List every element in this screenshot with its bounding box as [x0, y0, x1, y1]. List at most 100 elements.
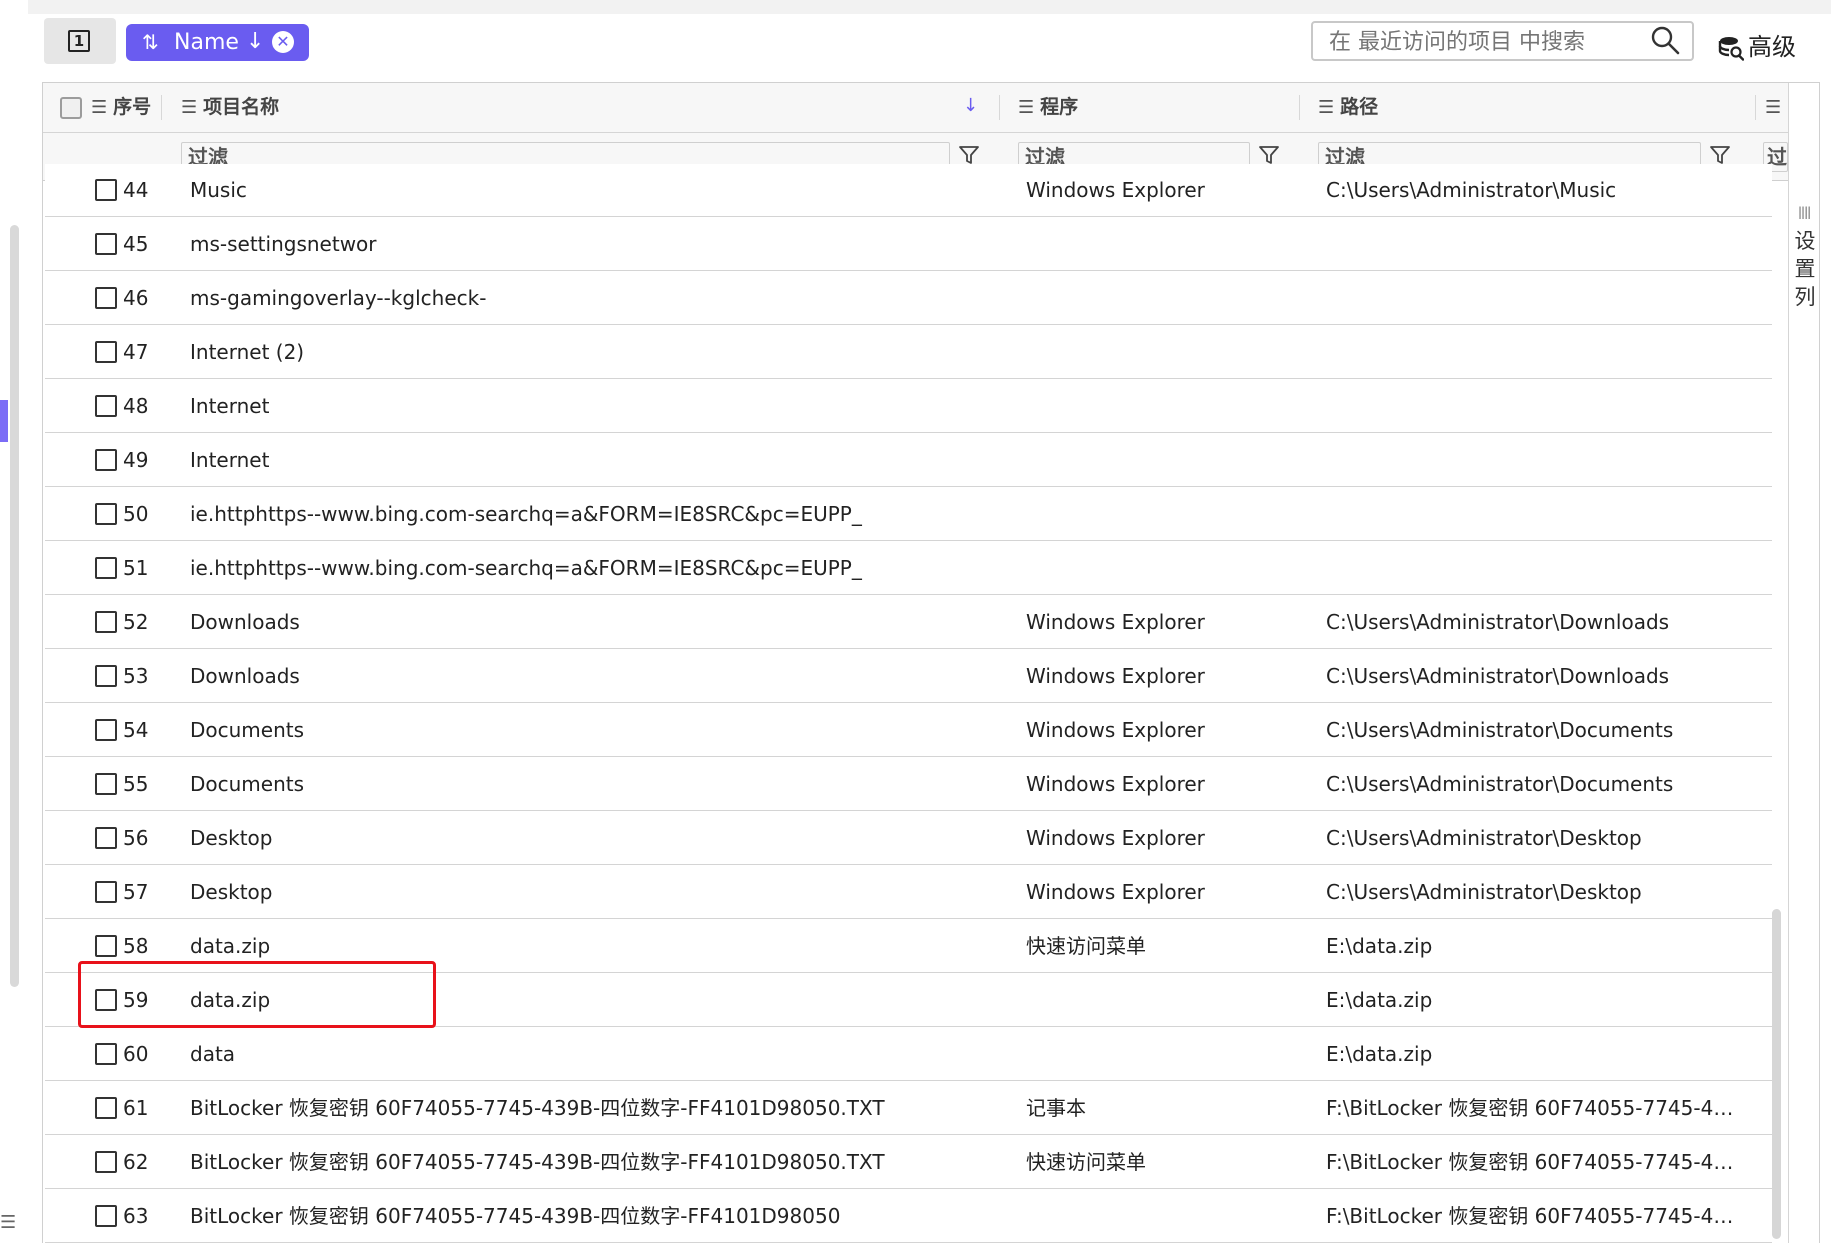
column-divider[interactable]	[1299, 95, 1300, 120]
view-toggle-button[interactable]: 1	[44, 18, 116, 64]
row-path: C:\Users\Administrator\Downloads	[1326, 664, 1670, 688]
row-path: C:\Users\Administrator\Documents	[1326, 718, 1674, 742]
row-checkbox[interactable]	[95, 1043, 117, 1065]
row-index: 49	[123, 448, 149, 472]
row-program: Windows Explorer	[1026, 664, 1205, 688]
table-row[interactable]: 55 Documents Windows Explorer C:\Users\Admi…	[45, 758, 1772, 811]
table-row[interactable]: 44 Music Windows Explorer C:\Users\Administ…	[45, 164, 1772, 217]
table-row[interactable]: 53 Downloads Windows Explorer C:\Users\Admi…	[45, 650, 1772, 703]
row-program: Windows Explorer	[1026, 772, 1205, 796]
search-icon[interactable]	[1650, 25, 1680, 55]
row-checkbox[interactable]	[95, 989, 117, 1011]
row-name: Internet (2)	[190, 340, 305, 364]
row-index: 62	[123, 1150, 149, 1174]
sort-chip[interactable]: ⇅ Name ↓ ✕	[126, 24, 309, 61]
menu-icon[interactable]: ☰	[0, 1212, 16, 1243]
row-name: BitLocker 恢复密钥 60F74055-7745-439B-四位数字-F…	[190, 1150, 885, 1174]
row-checkbox[interactable]	[95, 503, 117, 525]
table-row[interactable]: 63 BitLocker 恢复密钥 60F74055-7745-439B-四位数字…	[45, 1190, 1772, 1243]
row-checkbox[interactable]	[95, 341, 117, 363]
sort-direction-icon: ↓	[246, 29, 265, 54]
row-index: 52	[123, 610, 149, 634]
table-row[interactable]: 51 ie.httphttps--www.bing.com-searchq=a&F…	[45, 542, 1772, 595]
column-header-name[interactable]: ☰ 项目名称	[181, 83, 279, 132]
table-row[interactable]: 50 ie.httphttps--www.bing.com-searchq=a&F…	[45, 488, 1772, 541]
column-menu-icon[interactable]: ☰	[181, 83, 197, 132]
row-path: C:\Users\Administrator\Desktop	[1326, 826, 1642, 850]
row-checkbox[interactable]	[95, 395, 117, 417]
row-name: ms-gamingoverlay--kglcheck-	[190, 286, 487, 310]
search-box[interactable]	[1311, 21, 1694, 61]
column-divider[interactable]	[1755, 95, 1756, 120]
row-index: 55	[123, 772, 149, 796]
row-checkbox[interactable]	[95, 881, 117, 903]
column-divider[interactable]	[161, 95, 162, 120]
table-row[interactable]: 57 Desktop Windows Explorer C:\Users\Admini…	[45, 866, 1772, 919]
column-header-index[interactable]: ☰ 序号	[91, 83, 151, 132]
row-index: 59	[123, 988, 149, 1012]
row-checkbox[interactable]	[95, 179, 117, 201]
column-divider[interactable]	[999, 95, 1000, 120]
table-row[interactable]: 58 data.zip 快速访问菜单 E:\data.zip	[45, 920, 1772, 973]
row-name: ie.httphttps--www.bing.com-searchq=a&FOR…	[190, 502, 862, 526]
row-checkbox[interactable]	[95, 1151, 117, 1173]
row-program: Windows Explorer	[1026, 610, 1205, 634]
row-checkbox[interactable]	[95, 611, 117, 633]
column-menu-icon[interactable]: ☰	[1018, 83, 1034, 132]
row-path: E:\data.zip	[1326, 1042, 1433, 1066]
row-checkbox[interactable]	[95, 233, 117, 255]
sort-arrow-icon[interactable]: ↓	[963, 95, 978, 116]
table-row[interactable]: 45 ms-settingsnetwor	[45, 218, 1772, 271]
row-program: 快速访问菜单	[1026, 934, 1146, 958]
table-row[interactable]: 46 ms-gamingoverlay--kglcheck-	[45, 272, 1772, 325]
column-menu-icon[interactable]: ☰	[1765, 83, 1787, 132]
row-index: 44	[123, 178, 149, 202]
row-index: 58	[123, 934, 149, 958]
row-checkbox[interactable]	[95, 1205, 117, 1227]
row-path: F:\BitLocker 恢复密钥 60F74055-7745-439...	[1326, 1096, 1746, 1120]
table-row[interactable]: 48 Internet	[45, 380, 1772, 433]
columns-icon: ||||	[1798, 205, 1811, 219]
column-settings-label[interactable]: 设置列	[1793, 227, 1817, 311]
column-settings-panel[interactable]: |||| 设置列	[1788, 83, 1819, 1243]
row-checkbox[interactable]	[95, 773, 117, 795]
row-checkbox[interactable]	[95, 827, 117, 849]
row-program: Windows Explorer	[1026, 178, 1205, 202]
column-header-path[interactable]: ☰ 路径	[1318, 83, 1378, 132]
table-row[interactable]: 59 data.zip E:\data.zip	[45, 974, 1772, 1027]
row-program: Windows Explorer	[1026, 826, 1205, 850]
remove-sort-icon[interactable]: ✕	[272, 31, 294, 53]
row-index: 61	[123, 1096, 149, 1120]
row-index: 53	[123, 664, 149, 688]
select-all-checkbox[interactable]	[60, 97, 82, 119]
table-row[interactable]: 52 Downloads Windows Explorer C:\Users\Admi…	[45, 596, 1772, 649]
table-row[interactable]: 56 Desktop Windows Explorer C:\Users\Admini…	[45, 812, 1772, 865]
row-checkbox[interactable]	[95, 1097, 117, 1119]
advanced-search-button[interactable]: 高级	[1718, 27, 1796, 61]
column-menu-icon[interactable]: ☰	[1318, 83, 1334, 132]
row-checkbox[interactable]	[95, 719, 117, 741]
table-row[interactable]: 49 Internet	[45, 434, 1772, 487]
row-program: Windows Explorer	[1026, 880, 1205, 904]
table-row[interactable]: 62 BitLocker 恢复密钥 60F74055-7745-439B-四位数字…	[45, 1136, 1772, 1189]
table-row[interactable]: 60 data E:\data.zip	[45, 1028, 1772, 1081]
results-grid: ☰ 序号 ☰ 项目名称 ↓ ☰ 程序 ☰ 路径 ☰ 过滤 过滤 过滤 过 44 Music…	[42, 82, 1820, 1243]
search-input[interactable]	[1327, 28, 1631, 56]
row-checkbox[interactable]	[95, 287, 117, 309]
table-row[interactable]: 54 Documents Windows Explorer C:\Users\Admi…	[45, 704, 1772, 757]
column-menu-icon[interactable]: ☰	[91, 83, 107, 132]
row-checkbox[interactable]	[95, 557, 117, 579]
grid-scrollbar[interactable]	[1772, 909, 1781, 1239]
left-rail: ☰	[0, 0, 28, 1243]
table-row[interactable]: 61 BitLocker 恢复密钥 60F74055-7745-439B-四位数字…	[45, 1082, 1772, 1135]
row-checkbox[interactable]	[95, 665, 117, 687]
row-checkbox[interactable]	[95, 935, 117, 957]
row-checkbox[interactable]	[95, 449, 117, 471]
row-index: 45	[123, 232, 149, 256]
row-name: Documents	[190, 718, 305, 742]
table-row[interactable]: 47 Internet (2)	[45, 326, 1772, 379]
grid-header: ☰ 序号 ☰ 项目名称 ↓ ☰ 程序 ☰ 路径 ☰	[43, 83, 1788, 133]
left-scrollbar[interactable]	[10, 225, 19, 987]
row-index: 51	[123, 556, 149, 580]
column-header-program[interactable]: ☰ 程序	[1018, 83, 1078, 132]
